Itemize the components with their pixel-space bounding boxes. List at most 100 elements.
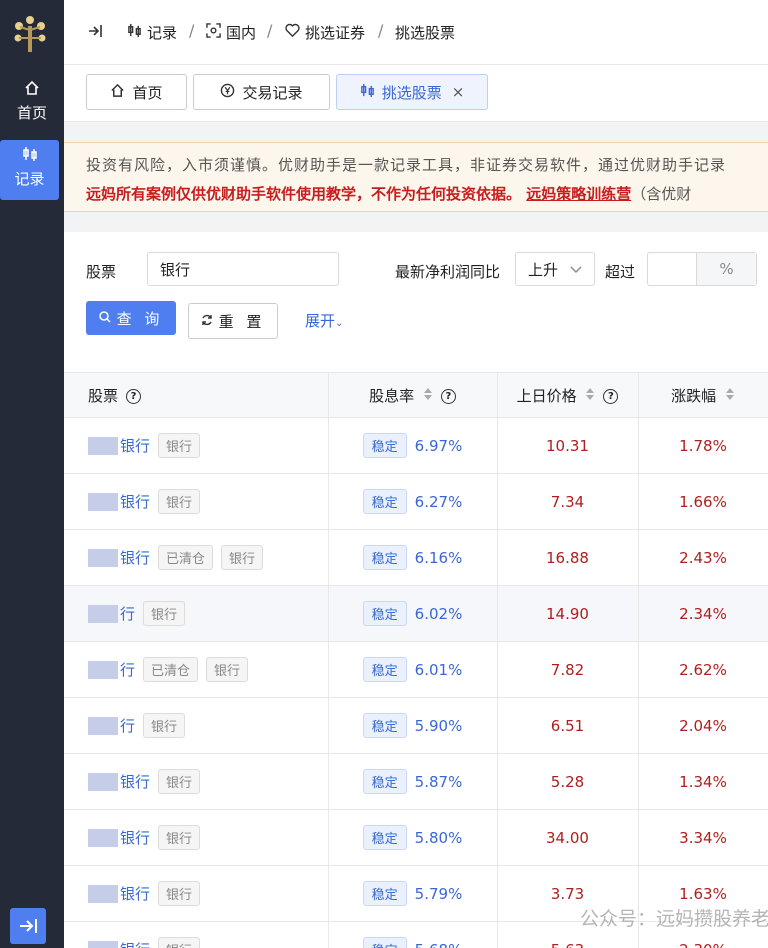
column-header-stock: 股票? bbox=[64, 372, 329, 418]
stock-name[interactable]: 银行 bbox=[120, 549, 150, 567]
sort-icon[interactable] bbox=[585, 387, 595, 405]
expand-sidebar-button[interactable] bbox=[10, 908, 46, 944]
stock-name[interactable]: 银行 bbox=[120, 493, 150, 511]
table-body: 银行 银行 稳定 6.97% 10.31 1.78% 银行 银行 稳定 6.27% 7.34 1.66… bbox=[64, 417, 768, 948]
stock-name[interactable]: 银行 bbox=[120, 437, 150, 455]
stock-cell[interactable]: 行银行 bbox=[64, 585, 329, 642]
sort-icon[interactable] bbox=[725, 387, 735, 405]
dividend-yield-value: 6.01% bbox=[414, 660, 463, 679]
dividend-yield-cell: 稳定 5.80% bbox=[328, 809, 498, 866]
dividend-yield-value: 5.68% bbox=[415, 941, 463, 948]
stock-cell[interactable]: 银行银行 bbox=[64, 809, 329, 866]
trend-select[interactable]: 上升 bbox=[515, 252, 595, 286]
stock-name[interactable]: 行 bbox=[120, 605, 135, 623]
stock-label: 股票 bbox=[86, 263, 117, 281]
prev-price-cell: 5.28 bbox=[497, 753, 639, 810]
exceed-input[interactable]: % bbox=[647, 252, 757, 286]
collapse-menu-icon[interactable] bbox=[88, 22, 104, 44]
table-row[interactable]: 银行 银行 稳定 5.80% 34.00 3.34% bbox=[64, 809, 768, 866]
redacted-name-block bbox=[88, 772, 118, 791]
tree-logo-icon bbox=[14, 16, 46, 52]
table-row[interactable]: 行银行 稳定 6.02% 14.90 2.34% bbox=[64, 585, 768, 642]
stock-cell[interactable]: 银行 已清仓 银行 bbox=[64, 529, 329, 586]
stock-cell[interactable]: 银行银行 bbox=[64, 473, 329, 530]
dividend-yield-cell: 稳定 6.27% bbox=[328, 473, 498, 530]
stock-name[interactable]: 银行 bbox=[120, 941, 150, 948]
stock-cell[interactable]: 银行银行 bbox=[64, 865, 329, 922]
table-row[interactable]: 银行 已清仓 银行 稳定 6.16% 16.88 2.43% bbox=[64, 529, 768, 586]
stock-name[interactable]: 银行 bbox=[120, 773, 150, 791]
redacted-name-block bbox=[88, 492, 118, 511]
dividend-yield-value: 6.97% bbox=[414, 436, 463, 455]
stock-input[interactable]: 银行 bbox=[147, 252, 339, 286]
stock-tag: 银行 bbox=[206, 657, 249, 682]
stable-badge: 稳定 bbox=[362, 601, 407, 626]
sidebar-item-home[interactable]: 首页 bbox=[0, 74, 64, 134]
stock-name[interactable]: 银行 bbox=[120, 829, 150, 847]
change-cell: 1.34% bbox=[638, 753, 768, 810]
tab-trade-records[interactable]: 交易记录 bbox=[193, 74, 330, 110]
breadcrumb-select-stocks: 挑选股票 bbox=[395, 23, 456, 42]
expand-filters-link[interactable]: 展开⌄ bbox=[305, 310, 343, 331]
column-header-dividend-yield[interactable]: 股息率 ? bbox=[328, 372, 498, 418]
change-cell: 3.34% bbox=[638, 809, 768, 866]
breadcrumb-domestic[interactable]: 国内 bbox=[206, 22, 256, 42]
breadcrumb-separator: / bbox=[189, 21, 195, 40]
search-icon bbox=[98, 309, 111, 327]
table-header-row: 股票? 股息率 ? 上日价格 ? 涨跌幅 bbox=[64, 372, 768, 418]
sidebar-item-label: 首页 bbox=[16, 104, 47, 122]
dividend-yield-value: 5.79% bbox=[414, 884, 463, 903]
stock-cell[interactable]: 银行 银行 bbox=[64, 921, 329, 948]
table-row[interactable]: 行已清仓 银行 稳定 6.01% 7.82 2.62% bbox=[64, 641, 768, 698]
stock-tag: 银行 bbox=[221, 545, 264, 570]
stock-name[interactable]: 行 bbox=[120, 661, 135, 679]
main-content: 记录 / 国内 / 挑选证券 / 挑选股票 首页 交易记录 挑选股票 × 投资有… bbox=[64, 0, 768, 948]
dividend-yield-cell: 稳定 6.02% bbox=[328, 585, 498, 642]
stable-badge: 稳定 bbox=[362, 881, 407, 906]
stock-cell[interactable]: 行银行 bbox=[64, 697, 329, 754]
home-icon bbox=[110, 83, 125, 102]
tab-home[interactable]: 首页 bbox=[86, 74, 187, 110]
query-button[interactable]: 查 询 bbox=[86, 301, 176, 335]
stock-tag: 银行 bbox=[158, 937, 201, 948]
stock-cell[interactable]: 行已清仓 银行 bbox=[64, 641, 329, 698]
close-icon[interactable]: × bbox=[452, 83, 465, 101]
breadcrumb-select-securities[interactable]: 挑选证券 bbox=[285, 22, 365, 42]
stable-badge: 稳定 bbox=[362, 545, 407, 570]
prev-price-cell: 14.90 bbox=[497, 585, 639, 642]
sidebar-item-records[interactable]: 记录 bbox=[0, 140, 59, 200]
redacted-name-block bbox=[88, 660, 118, 679]
stock-tag: 银行 bbox=[158, 489, 201, 514]
arrow-right-bar-icon bbox=[20, 919, 37, 933]
scan-icon bbox=[206, 22, 221, 42]
candlestick-icon bbox=[0, 140, 59, 168]
stock-cell[interactable]: 银行银行 bbox=[64, 417, 329, 474]
reset-button[interactable]: 重 置 bbox=[188, 303, 278, 339]
topbar: 记录 / 国内 / 挑选证券 / 挑选股票 bbox=[64, 0, 768, 65]
table-row[interactable]: 银行 银行 稳定 6.97% 10.31 1.78% bbox=[64, 417, 768, 474]
home-icon bbox=[0, 74, 64, 102]
sort-icon[interactable] bbox=[423, 387, 433, 405]
table-row[interactable]: 行银行 稳定 5.90% 6.51 2.04% bbox=[64, 697, 768, 754]
redacted-name-block bbox=[88, 828, 118, 847]
stock-name[interactable]: 银行 bbox=[120, 885, 150, 903]
tab-select-stocks[interactable]: 挑选股票 × bbox=[336, 74, 488, 110]
table-row[interactable]: 银行 银行 稳定 5.87% 5.28 1.34% bbox=[64, 753, 768, 810]
training-camp-link[interactable]: 远妈策略训练营 bbox=[526, 185, 631, 203]
stable-badge: 稳定 bbox=[362, 433, 407, 458]
change-cell: 1.78% bbox=[638, 417, 768, 474]
breadcrumb-records[interactable]: 记录 bbox=[127, 22, 177, 42]
help-icon[interactable]: ? bbox=[126, 388, 142, 404]
help-icon[interactable]: ? bbox=[603, 388, 619, 404]
help-icon[interactable]: ? bbox=[440, 388, 456, 404]
stock-cell[interactable]: 银行银行 bbox=[64, 753, 329, 810]
prev-price-cell: 16.88 bbox=[497, 529, 639, 586]
stock-name[interactable]: 行 bbox=[120, 717, 135, 735]
column-header-prev-price[interactable]: 上日价格 ? bbox=[497, 372, 639, 418]
table-row[interactable]: 银行 银行 稳定 6.27% 7.34 1.66% bbox=[64, 473, 768, 530]
stable-badge: 稳定 bbox=[362, 937, 407, 948]
stock-table: 股票? 股息率 ? 上日价格 ? 涨跌幅 银行 银行 稳定 6.97% 10.31 1.7… bbox=[64, 372, 768, 948]
stock-tag: 银行 bbox=[143, 713, 186, 738]
column-header-change[interactable]: 涨跌幅 bbox=[638, 372, 768, 418]
prev-price-cell: 7.82 bbox=[497, 641, 639, 698]
